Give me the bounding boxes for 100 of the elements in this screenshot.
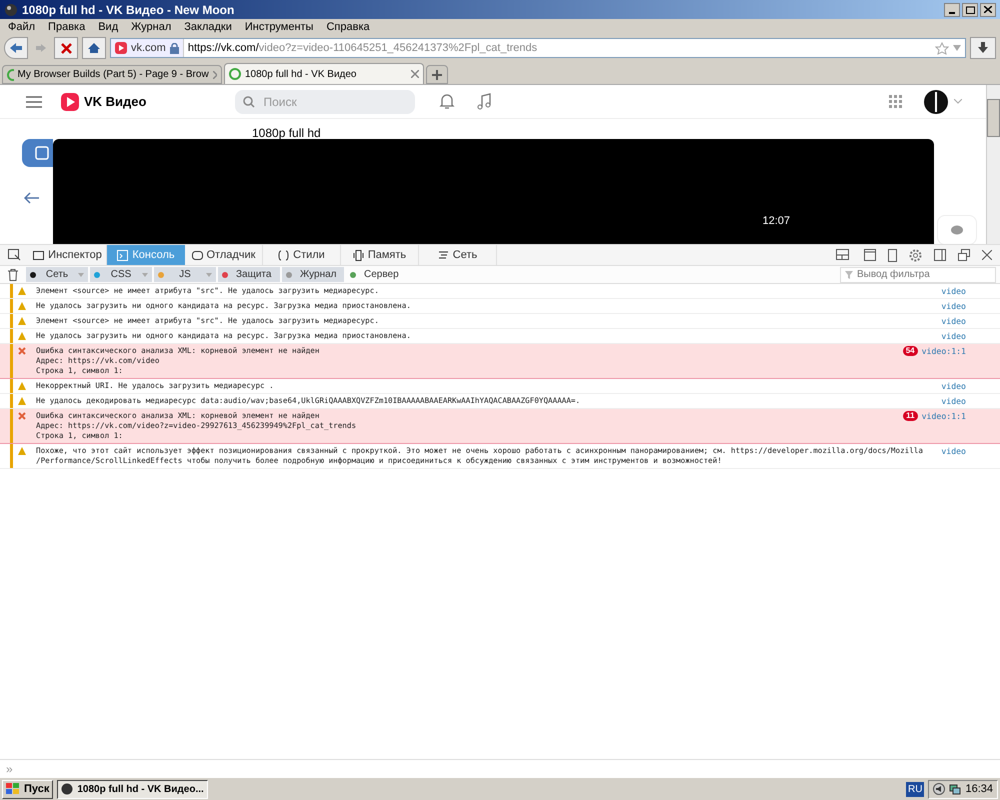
stop-button[interactable] <box>54 37 78 59</box>
filter-icon <box>845 270 853 278</box>
close-icon[interactable] <box>982 250 992 260</box>
separate-window-icon[interactable] <box>958 249 970 261</box>
caret-icon <box>142 272 148 276</box>
music-note-icon[interactable] <box>476 93 492 110</box>
window-title: 1080p full hd - VK Видео - New Moon <box>22 2 234 18</box>
logo-text: VK Видео <box>84 92 146 111</box>
warning-icon <box>18 447 26 455</box>
filter-button[interactable]: Сервер <box>346 267 408 282</box>
trash-icon[interactable] <box>8 268 18 280</box>
apps-grid-icon[interactable] <box>889 94 903 108</box>
menu-item[interactable]: Справка <box>326 18 370 36</box>
error-icon <box>18 412 26 420</box>
sidebar-icon[interactable] <box>934 249 946 261</box>
close-button[interactable] <box>980 2 996 16</box>
loading-icon <box>7 68 14 80</box>
address-bar[interactable]: vk.com https://vk.com/video?z=video-110645251_456241373%2Fpl_cat_trends <box>110 38 966 58</box>
home-button[interactable] <box>82 37 106 59</box>
braces-icon <box>278 250 290 260</box>
logo-icon <box>61 92 79 110</box>
pick-element-icon[interactable] <box>8 249 21 261</box>
language-indicator[interactable]: RU <box>906 782 924 796</box>
caret-icon <box>78 272 84 276</box>
console-panel-icon[interactable] <box>864 249 876 261</box>
source-link[interactable]: video <box>941 446 966 466</box>
console-icon <box>117 250 128 260</box>
filter-field[interactable]: Вывод фильтра <box>840 266 996 282</box>
chat-icon <box>951 225 963 235</box>
console-prompt: » <box>6 760 13 778</box>
responsive-icon[interactable] <box>888 248 897 262</box>
source-link[interactable]: video:1:1 <box>922 346 966 376</box>
menu-item[interactable]: Файл <box>8 18 36 36</box>
source-link[interactable]: video <box>941 301 966 311</box>
settings-icon[interactable] <box>909 248 922 262</box>
maximize-icon <box>966 6 974 14</box>
memory-icon <box>352 250 364 260</box>
menu-item[interactable]: Закладки <box>184 18 232 36</box>
bell-icon[interactable] <box>439 93 456 110</box>
source-link[interactable]: video <box>941 381 966 391</box>
video-add-icon <box>35 146 49 160</box>
browser-icon <box>4 2 18 16</box>
video-logo-icon <box>115 42 127 54</box>
back-arrow-icon[interactable] <box>24 192 40 204</box>
loading-icon <box>229 68 241 80</box>
source-link[interactable]: video <box>941 396 966 406</box>
avatar-icon[interactable] <box>923 90 949 114</box>
layout-icon[interactable] <box>836 249 852 261</box>
close-icon <box>984 6 992 13</box>
clock: 16:34 <box>965 782 993 797</box>
menu-item[interactable]: Вид <box>98 18 118 36</box>
network-icon <box>438 250 449 260</box>
video-title: 1080p full hd <box>252 126 321 140</box>
speaker-icon[interactable] <box>933 783 946 795</box>
menu-item[interactable]: Журнал <box>131 18 172 36</box>
search-input[interactable]: Поиск <box>263 92 394 110</box>
filter-button[interactable]: CSS <box>90 267 152 282</box>
error-icon <box>18 347 26 355</box>
browser-tab[interactable]: My Browser Builds (Part 5) - Page 9 - Brow <box>2 65 222 84</box>
caret-icon <box>206 272 212 276</box>
search-icon <box>243 96 256 108</box>
download-arrow-icon <box>977 42 989 54</box>
windows-logo-icon <box>6 783 20 795</box>
menu-icon[interactable] <box>26 96 42 108</box>
repeat-count: 54 <box>902 346 918 356</box>
minimize-icon <box>949 12 955 14</box>
source-link[interactable]: video <box>941 286 966 296</box>
source-link[interactable]: video <box>941 331 966 341</box>
menu-item[interactable]: Правка <box>48 18 86 36</box>
video-player[interactable]: 12:07 <box>53 139 934 244</box>
source-link[interactable]: video:1:1 <box>922 411 966 441</box>
plus-icon <box>432 70 442 80</box>
inspector-icon <box>33 250 44 260</box>
filter-input[interactable]: Вывод фильтра <box>857 267 987 282</box>
download-button[interactable] <box>970 37 996 59</box>
filter-button[interactable]: Защита <box>218 267 280 282</box>
chat-button[interactable] <box>937 215 977 244</box>
video-duration: 12:07 <box>762 214 790 228</box>
maximize-button[interactable] <box>962 2 978 16</box>
menu-item[interactable]: Инструменты <box>244 18 314 36</box>
upload-button[interactable] <box>22 139 53 167</box>
taskbar-item[interactable]: 1080p full hd - VK Видео... <box>57 780 208 798</box>
filter-button[interactable]: Сеть <box>26 267 88 282</box>
browser-tab[interactable]: 1080p full hd - VK Видео <box>224 63 424 84</box>
network-icon[interactable] <box>949 783 962 795</box>
filter-button[interactable]: Журнал <box>282 267 344 282</box>
site-identity: vk.com <box>131 40 166 56</box>
back-button[interactable] <box>4 37 28 59</box>
search-field[interactable]: Поиск <box>235 90 416 114</box>
debugger-icon <box>192 250 202 260</box>
filter-button[interactable]: JS <box>154 267 216 282</box>
start-button[interactable]: Пуск <box>2 780 54 798</box>
minimize-button[interactable] <box>944 2 960 16</box>
source-link[interactable]: video <box>941 316 966 326</box>
stop-icon <box>60 42 72 54</box>
new-tab-button[interactable] <box>426 65 448 84</box>
bookmark-star-icon[interactable] <box>935 42 949 54</box>
home-icon <box>87 42 101 54</box>
scrollbar-thumb[interactable] <box>987 99 1000 137</box>
url-text: https://vk.com/video?z=video-110645251_456241373%2Fpl_cat_trends <box>186 40 538 56</box>
